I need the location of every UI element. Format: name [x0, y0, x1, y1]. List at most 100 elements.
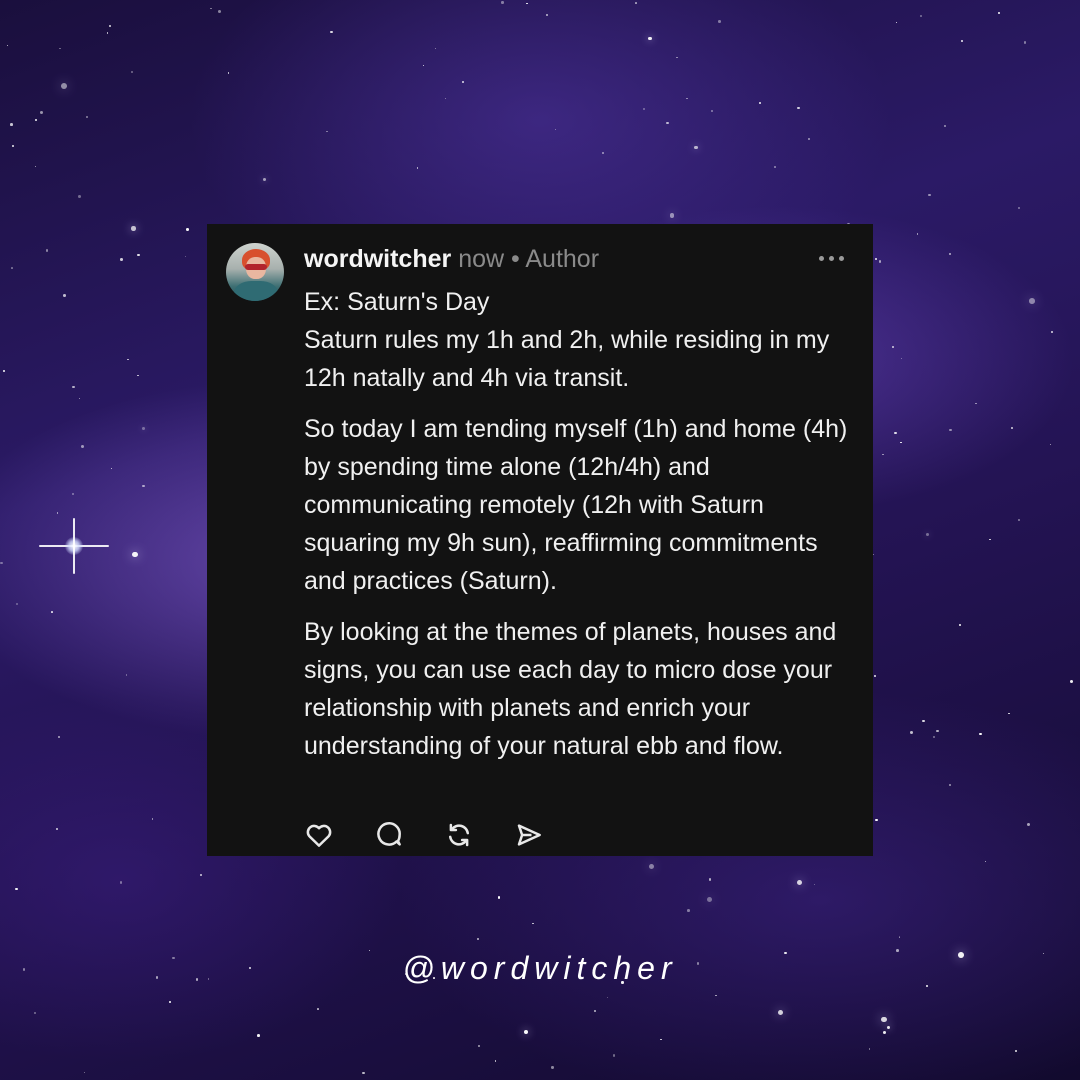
star [960, 39, 964, 43]
avatar[interactable] [226, 243, 284, 301]
star [878, 260, 882, 263]
star [642, 107, 646, 111]
star [900, 441, 902, 444]
heart-icon[interactable] [304, 820, 334, 850]
star [909, 731, 913, 735]
star [262, 178, 266, 182]
star [659, 1038, 662, 1041]
star [1069, 680, 1073, 684]
star [422, 65, 424, 67]
star [797, 106, 800, 109]
star [45, 249, 49, 253]
star [1017, 518, 1021, 522]
footer-handle: @wordwitcher [402, 950, 678, 986]
star [989, 538, 991, 541]
post-time: now [458, 245, 505, 273]
star [873, 674, 876, 677]
star [891, 345, 895, 349]
star [60, 82, 67, 89]
star [1007, 712, 1010, 715]
star [33, 1011, 37, 1015]
star [131, 226, 136, 231]
star [444, 98, 446, 100]
star [883, 1030, 886, 1034]
star [649, 863, 655, 869]
star [108, 25, 111, 28]
star [78, 195, 82, 198]
star [979, 732, 982, 736]
star [524, 1029, 529, 1035]
star [361, 1071, 365, 1075]
star [57, 735, 61, 739]
star [949, 253, 951, 255]
post-paragraph-3: By looking at the themes of planets, hou… [304, 618, 837, 760]
star [137, 375, 139, 377]
star [551, 1066, 554, 1069]
star [142, 484, 146, 488]
star [686, 98, 688, 100]
star [635, 2, 637, 4]
star [11, 144, 15, 148]
star [1049, 443, 1052, 446]
star [925, 533, 929, 537]
star [137, 253, 141, 257]
star [932, 736, 935, 739]
star [218, 9, 222, 13]
star [774, 166, 776, 168]
star [949, 428, 952, 432]
star [922, 719, 925, 723]
star [874, 818, 878, 822]
star [461, 81, 465, 84]
star [326, 130, 328, 133]
username[interactable]: wordwitcher [304, 245, 451, 273]
star [78, 397, 81, 400]
star [141, 427, 145, 431]
star [40, 111, 44, 115]
star [57, 512, 59, 514]
post-paragraph-1: Ex: Saturn's Day Saturn rules my 1h and … [304, 288, 830, 392]
more-options-icon[interactable] [819, 248, 849, 268]
share-icon[interactable] [514, 820, 544, 850]
star [601, 152, 604, 155]
star [882, 454, 884, 456]
star [936, 729, 939, 733]
star [1015, 1049, 1018, 1052]
star [83, 1071, 86, 1074]
star [612, 1054, 616, 1057]
star [477, 1044, 480, 1047]
star [72, 385, 75, 388]
star [11, 267, 13, 269]
star [894, 431, 897, 435]
star [694, 145, 698, 150]
star [497, 895, 501, 899]
star [80, 444, 84, 448]
star [808, 137, 811, 140]
star [10, 123, 13, 126]
star [59, 47, 61, 50]
star [593, 1009, 596, 1012]
star [15, 602, 18, 605]
star [186, 228, 189, 231]
star [796, 879, 802, 885]
star [869, 1048, 871, 1050]
star [669, 213, 675, 218]
star [1050, 331, 1053, 334]
star [997, 12, 1001, 15]
star [110, 467, 112, 470]
star [975, 402, 978, 405]
star [874, 257, 877, 260]
star [107, 32, 109, 34]
star [132, 552, 138, 558]
star [120, 257, 123, 261]
star [227, 71, 230, 74]
star [759, 101, 762, 104]
star [119, 881, 123, 885]
comment-icon[interactable] [374, 820, 404, 850]
star [711, 109, 714, 112]
star [184, 256, 186, 258]
star [676, 56, 678, 59]
star [958, 624, 962, 627]
star [35, 118, 38, 121]
star [0, 561, 3, 564]
repost-icon[interactable] [444, 820, 474, 850]
